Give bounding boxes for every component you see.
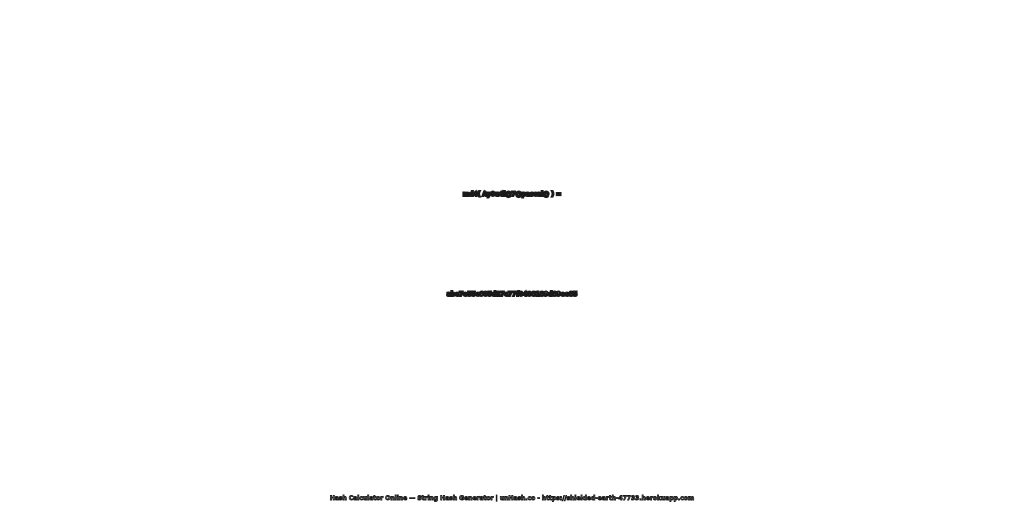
hash-expression: md4( Ay0u4l@7@pascal@ ) = bbox=[462, 191, 562, 199]
hash-result: abe7e55c605d27c77f0408189d89ee85 bbox=[446, 291, 579, 299]
footer-caption: Hash Calculator Online — String Hash Gen… bbox=[329, 495, 695, 502]
